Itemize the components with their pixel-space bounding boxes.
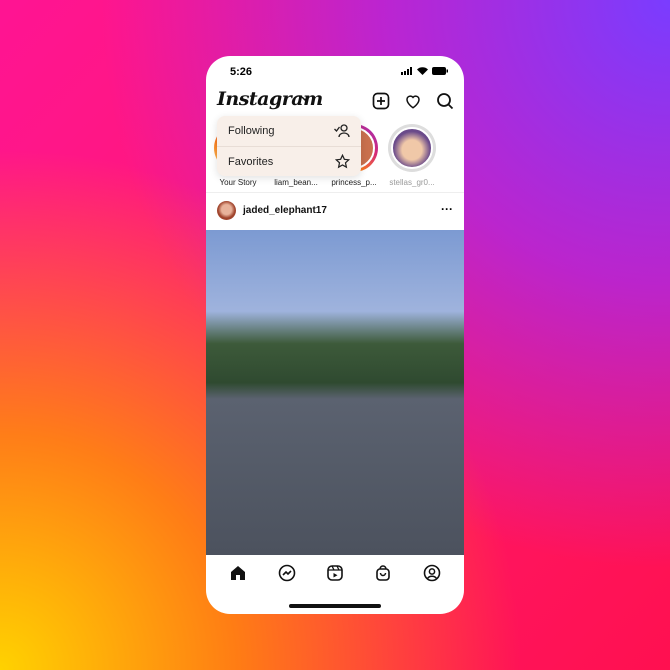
menu-item-following[interactable]: Following — [217, 116, 361, 146]
divider — [206, 192, 464, 193]
menu-item-favorites[interactable]: Favorites — [217, 146, 361, 176]
shop-icon[interactable] — [374, 564, 392, 582]
star-icon — [335, 154, 350, 169]
story-item[interactable]: stellas_gr0... — [386, 124, 438, 187]
chevron-down-icon[interactable] — [301, 96, 309, 102]
phone-screen: 5:26 Instagram Your Story liam_bean... p… — [206, 56, 464, 614]
messenger-icon[interactable] — [278, 564, 296, 582]
post-username[interactable]: jaded_elephant17 — [243, 205, 327, 216]
post-header: jaded_elephant17 — [217, 201, 327, 220]
avatar[interactable] — [217, 201, 236, 220]
feed-filter-menu: Following Favorites — [217, 116, 361, 176]
post-image[interactable] — [206, 230, 464, 555]
heart-icon[interactable] — [404, 92, 422, 110]
battery-icon — [432, 67, 448, 75]
following-icon — [334, 124, 350, 138]
status-icons — [401, 67, 448, 75]
search-icon[interactable] — [436, 92, 454, 110]
signal-icon — [401, 67, 412, 75]
reels-icon[interactable] — [326, 564, 344, 582]
new-post-icon[interactable] — [372, 92, 390, 110]
home-icon[interactable] — [229, 564, 247, 582]
bottom-nav — [206, 564, 464, 582]
more-options-icon[interactable]: ··· — [441, 202, 453, 216]
home-indicator[interactable] — [289, 604, 381, 608]
profile-icon[interactable] — [423, 564, 441, 582]
wifi-icon — [417, 67, 428, 75]
status-time: 5:26 — [230, 66, 253, 78]
